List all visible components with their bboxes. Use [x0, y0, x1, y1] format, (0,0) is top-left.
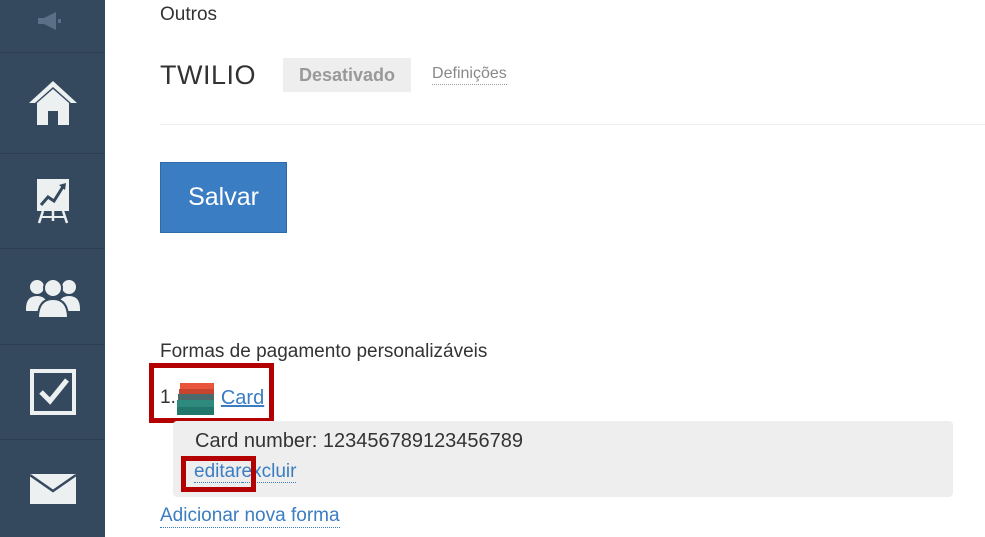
megaphone-icon — [37, 12, 61, 30]
payment-method-index: 1. — [160, 387, 176, 408]
nav-item-reports[interactable] — [0, 154, 105, 249]
add-payment-method-link[interactable]: Adicionar nova forma — [160, 505, 340, 528]
payment-method-link[interactable]: Card — [221, 387, 264, 410]
settings-link[interactable]: Definições — [432, 65, 507, 85]
mail-icon — [28, 473, 77, 504]
users-icon — [25, 277, 80, 319]
save-button[interactable]: Salvar — [160, 162, 287, 233]
card-stack-icon — [176, 381, 215, 415]
payment-method-actions: editarexcluir — [194, 461, 297, 483]
payment-method-detail: Card number: 123456789123456789 — [195, 430, 524, 452]
home-icon — [28, 81, 77, 125]
nav-item-home[interactable] — [0, 53, 105, 154]
nav-item-mail[interactable] — [0, 440, 105, 537]
checkbox-icon — [29, 369, 76, 415]
delete-link[interactable]: excluir — [241, 461, 297, 483]
nav-item-announcements[interactable] — [0, 0, 105, 53]
nav-item-tasks[interactable] — [0, 345, 105, 440]
status-badge[interactable]: Desativado — [283, 58, 412, 92]
sidebar — [0, 0, 105, 537]
integration-row: TWILIO Desativado Definições — [160, 58, 507, 92]
nav-item-clients[interactable] — [0, 249, 105, 345]
payment-method-item: 1. Card — [160, 380, 264, 416]
section-title: Outros — [160, 4, 218, 25]
divider — [160, 124, 985, 125]
payment-methods-heading: Formas de pagamento personalizáveis — [160, 341, 488, 362]
integration-name: TWILIO — [160, 59, 256, 90]
edit-link[interactable]: editar — [194, 461, 242, 483]
chart-icon — [36, 179, 69, 224]
